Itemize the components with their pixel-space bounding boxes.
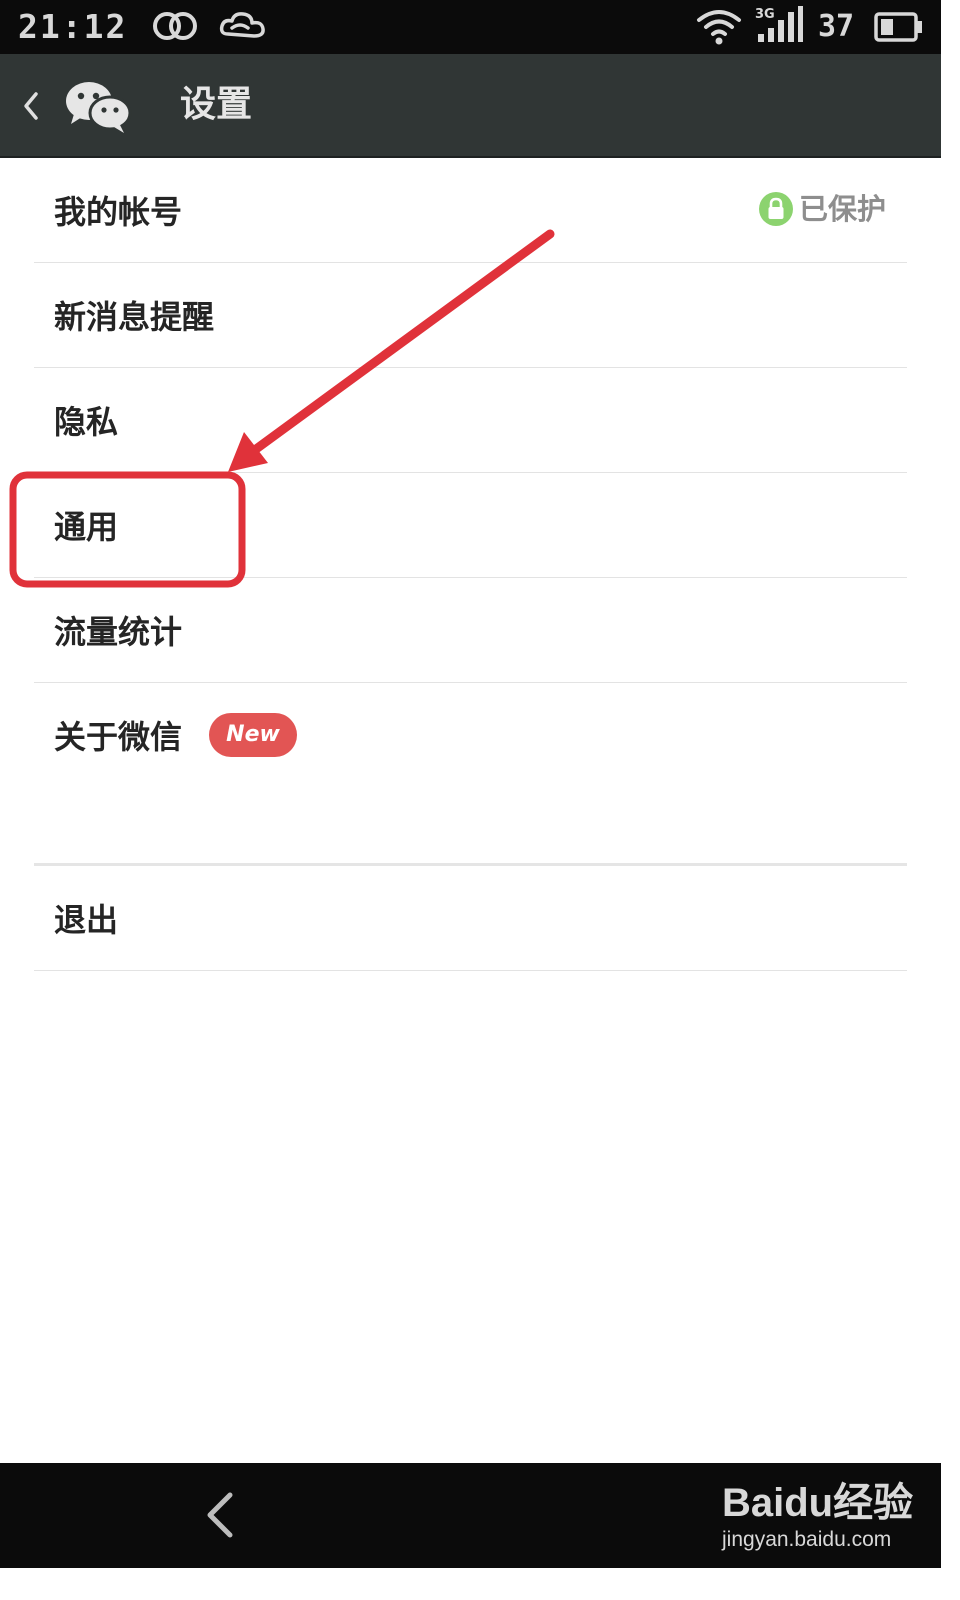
logout-button[interactable]: 退出	[34, 866, 907, 971]
back-arrow-icon[interactable]	[200, 1489, 240, 1541]
status-bar: 21:12 3G 37	[0, 0, 941, 54]
battery-icon	[874, 12, 922, 42]
wechat-logo-icon[interactable]	[64, 78, 132, 134]
settings-item-account[interactable]: 我的帐号 已保护	[34, 158, 907, 263]
network-type-label: 3G	[755, 7, 775, 22]
settings-item-about[interactable]: 关于微信 New	[34, 683, 907, 787]
settings-item-label: 新消息提醒	[54, 298, 215, 336]
watermark-url: jingyan.baidu.com	[722, 1528, 892, 1551]
wifi-icon	[697, 10, 741, 45]
lock-icon	[759, 192, 793, 226]
signal-icon: 3G	[755, 6, 803, 42]
settings-item-label: 隐私	[54, 403, 119, 441]
protection-status: 已保护	[759, 192, 889, 228]
settings-item-notifications[interactable]: 新消息提醒	[34, 263, 907, 368]
dual-ring-icon	[153, 12, 197, 40]
settings-item-label: 通用	[54, 508, 119, 546]
settings-item-label: 流量统计	[54, 613, 183, 651]
watermark-logo-text: Baidu经验	[722, 1481, 914, 1525]
cloud-icon	[219, 12, 265, 38]
settings-item-privacy[interactable]: 隐私	[34, 368, 907, 473]
settings-list: 我的帐号 已保护 新消息提醒 隐私 通用 流量统计 关于微信 New 退出	[0, 158, 941, 971]
back-chevron-icon[interactable]	[16, 84, 44, 128]
section-divider	[34, 787, 907, 866]
page-title: 设置	[180, 84, 253, 125]
baidu-jingyan-watermark: Baidu经验 jingyan.baidu.com	[722, 1479, 922, 1559]
protection-status-text: 已保护	[799, 192, 887, 226]
action-bar: 设置	[0, 54, 941, 158]
logout-label: 退出	[54, 901, 119, 939]
battery-percent: 37	[818, 9, 855, 44]
settings-item-general[interactable]: 通用	[34, 473, 907, 578]
new-badge: New	[209, 713, 297, 757]
settings-item-data-usage[interactable]: 流量统计	[34, 578, 907, 683]
status-time: 21:12	[18, 7, 128, 46]
settings-item-label: 我的帐号	[54, 193, 183, 231]
navigation-bar: Baidu经验 jingyan.baidu.com	[0, 1463, 941, 1568]
settings-item-label: 关于微信	[54, 718, 183, 756]
